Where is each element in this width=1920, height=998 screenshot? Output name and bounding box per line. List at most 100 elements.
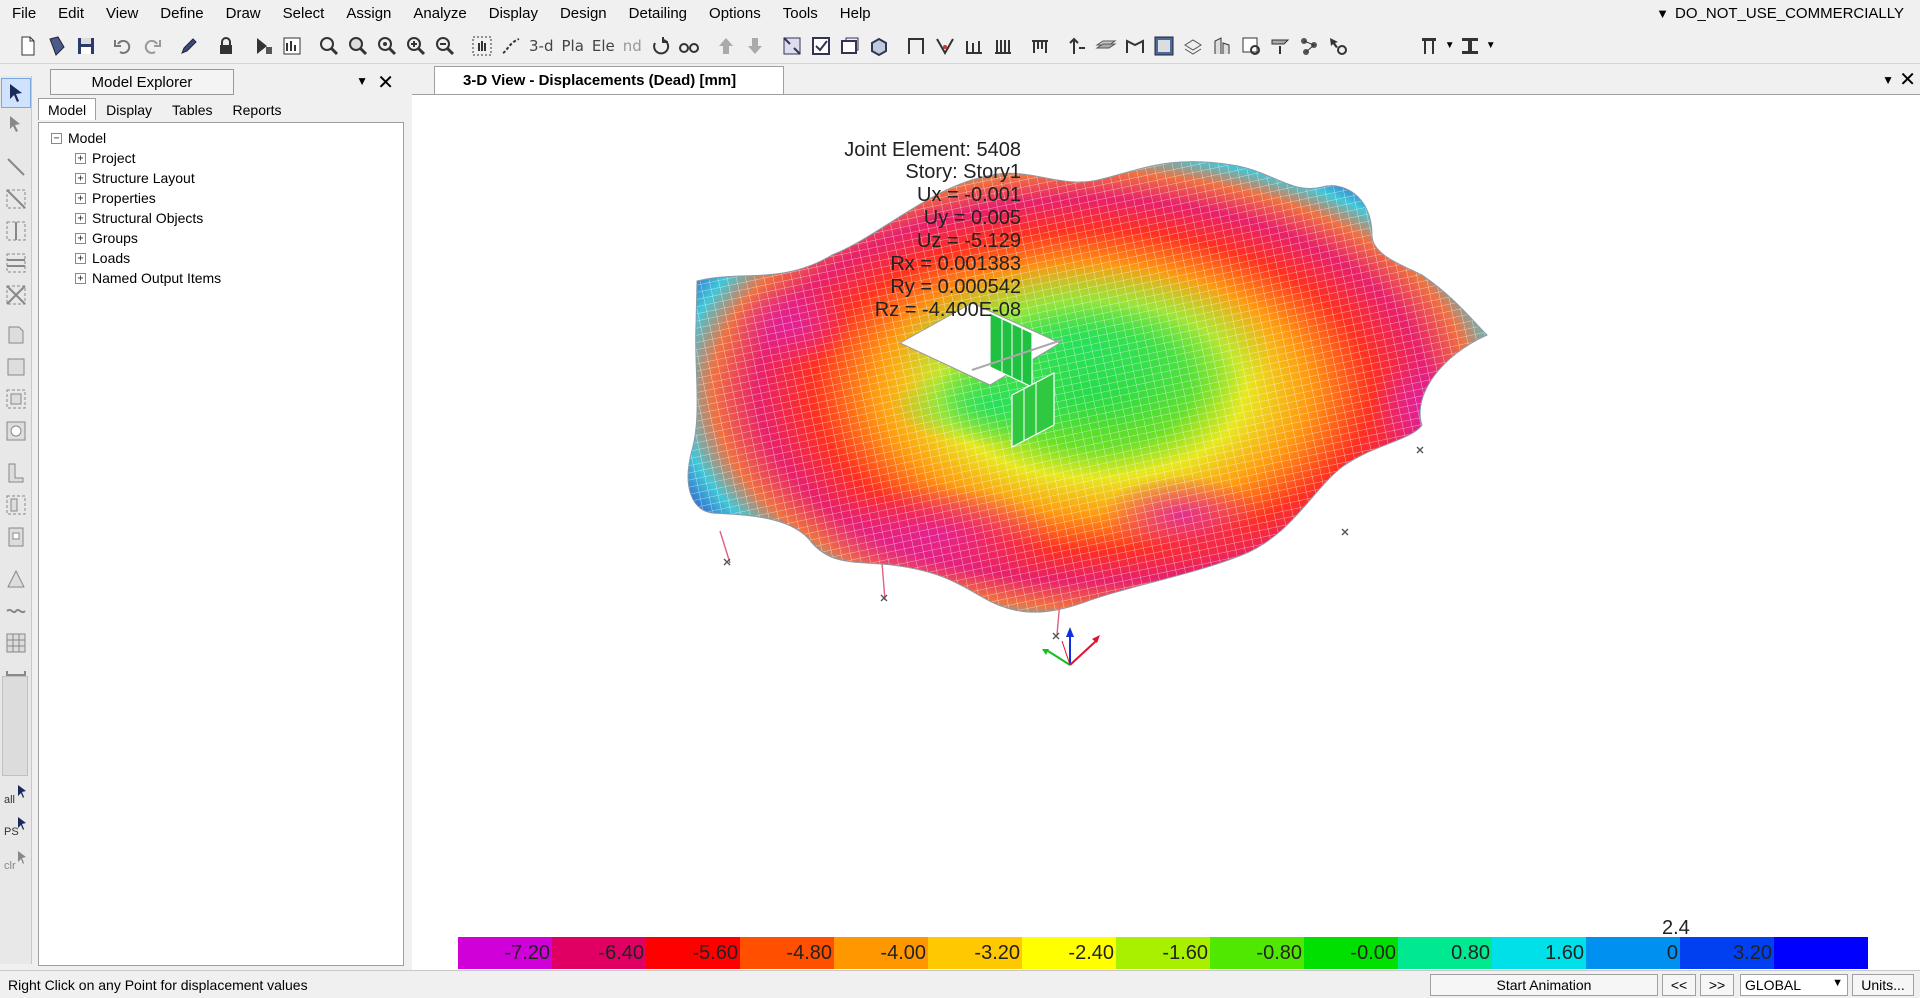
tab-model[interactable]: Model <box>38 98 97 120</box>
frame-button[interactable] <box>903 32 930 60</box>
menu-edit[interactable]: Edit <box>47 0 95 28</box>
design-frame-dropdown-icon[interactable]: ▼ <box>1445 40 1455 51</box>
license-dropdown[interactable]: ▼ DO_NOT_USE_COMMERCIALLY <box>1656 0 1904 28</box>
draw-beam-button[interactable] <box>1 248 31 278</box>
next-button[interactable]: >> <box>1700 974 1734 996</box>
menu-options[interactable]: Options <box>698 0 772 28</box>
menu-select[interactable]: Select <box>272 0 336 28</box>
zoom-out-button[interactable] <box>431 32 458 60</box>
show-tables-button[interactable] <box>1238 32 1265 60</box>
expand-icon[interactable]: + <box>75 272 86 284</box>
pan-button[interactable] <box>468 32 495 60</box>
tree-node-model[interactable]: − Model <box>39 128 403 148</box>
select-pointer-button[interactable] <box>1 78 31 108</box>
reaction-button[interactable] <box>1064 32 1091 60</box>
tab-display[interactable]: Display <box>96 98 162 120</box>
run-analysis-button[interactable] <box>249 32 276 60</box>
display-deformed-button[interactable] <box>866 32 893 60</box>
tree-node-structure-layout[interactable]: + Structure Layout <box>39 168 403 188</box>
draw-ramp-button[interactable] <box>1 564 31 594</box>
tab-reports[interactable]: Reports <box>223 98 292 120</box>
draw-rect-floor-button[interactable] <box>1 352 31 382</box>
draw-grid-button[interactable] <box>1 628 31 658</box>
tree-node-properties[interactable]: + Properties <box>39 188 403 208</box>
beam-button[interactable] <box>961 32 988 60</box>
save-button[interactable] <box>72 32 99 60</box>
menu-design[interactable]: Design <box>549 0 618 28</box>
zoom-in-button[interactable] <box>402 32 429 60</box>
open-button[interactable] <box>43 32 70 60</box>
network-button[interactable] <box>1296 32 1323 60</box>
rubber-band-button[interactable] <box>497 32 524 60</box>
tree-node-project[interactable]: + Project <box>39 148 403 168</box>
menu-view[interactable]: View <box>95 0 149 28</box>
menu-file[interactable]: File <box>0 0 47 28</box>
tree-node-structural-objects[interactable]: + Structural Objects <box>39 208 403 228</box>
lock-button[interactable] <box>212 32 239 60</box>
draw-frame-button[interactable] <box>1 184 31 214</box>
close-icon[interactable]: ✕ <box>377 70 394 95</box>
tree-node-named-output-items[interactable]: + Named Output Items <box>39 268 403 288</box>
expand-icon[interactable]: + <box>75 252 86 264</box>
menu-define[interactable]: Define <box>149 0 214 28</box>
draw-joint-button[interactable] <box>1 152 31 182</box>
draw-column-button[interactable] <box>1 216 31 246</box>
panel-menu-icon[interactable]: ▼ <box>356 74 368 88</box>
shell-button[interactable] <box>1180 32 1207 60</box>
pointer-zoom-button[interactable] <box>1325 32 1352 60</box>
draw-wall-button[interactable] <box>1 458 31 488</box>
menu-assign[interactable]: Assign <box>335 0 402 28</box>
rotate-button[interactable] <box>647 32 674 60</box>
display-undeformed-button[interactable] <box>837 32 864 60</box>
tab-tables[interactable]: Tables <box>162 98 222 120</box>
displacement-contour-scene[interactable] <box>412 95 1920 970</box>
contour-button[interactable] <box>1151 32 1178 60</box>
draw-tendon-button[interactable] <box>1 596 31 626</box>
design-steel-dropdown-icon[interactable]: ▼ <box>1486 40 1496 51</box>
object-shrink-button[interactable] <box>779 32 806 60</box>
section-cut-button[interactable] <box>1209 32 1236 60</box>
menu-tools[interactable]: Tools <box>772 0 829 28</box>
expand-icon[interactable]: + <box>75 212 86 224</box>
menu-help[interactable]: Help <box>829 0 882 28</box>
design-frame-button[interactable] <box>1416 32 1443 60</box>
zoom-window-button[interactable] <box>315 32 342 60</box>
view-menu-icon[interactable]: ▼ <box>1882 73 1894 87</box>
expand-icon[interactable]: + <box>75 192 86 204</box>
reshape-button[interactable] <box>1 110 31 140</box>
new-model-button[interactable] <box>14 32 41 60</box>
menu-draw[interactable]: Draw <box>215 0 272 28</box>
menu-analyze[interactable]: Analyze <box>402 0 477 28</box>
expand-icon[interactable]: + <box>75 152 86 164</box>
draw-brace-button[interactable] <box>1 280 31 310</box>
wall-button[interactable] <box>1122 32 1149 60</box>
move-down-button[interactable] <box>742 32 769 60</box>
slab-button[interactable] <box>1093 32 1120 60</box>
design-steel-button[interactable] <box>1457 32 1484 60</box>
zoom-restore-button[interactable] <box>344 32 371 60</box>
expand-icon[interactable]: + <box>75 232 86 244</box>
redo-button[interactable] <box>138 32 165 60</box>
nd-view-button[interactable]: nd <box>620 37 645 55</box>
set-display-options-button[interactable] <box>808 32 835 60</box>
tree-node-groups[interactable]: + Groups <box>39 228 403 248</box>
model-viewport[interactable]: Joint Element: 5408 Story: Story1 Ux = -… <box>412 94 1920 970</box>
clear-selection-button[interactable]: clr <box>4 860 16 872</box>
design-strip-button[interactable] <box>1267 32 1294 60</box>
perspective-button[interactable] <box>676 32 703 60</box>
menu-display[interactable]: Display <box>478 0 549 28</box>
menu-detailing[interactable]: Detailing <box>618 0 698 28</box>
close-view-icon[interactable]: ✕ <box>1899 67 1916 92</box>
left-toolbar-scroll[interactable] <box>2 676 28 776</box>
previous-button[interactable]: << <box>1662 974 1696 996</box>
draw-opening-button[interactable] <box>1 416 31 446</box>
analysis-options-button[interactable] <box>278 32 305 60</box>
draw-click-floor-button[interactable] <box>1 384 31 414</box>
units-button[interactable]: Units... <box>1852 974 1914 996</box>
plan-view-button[interactable]: Pla <box>558 37 586 55</box>
view-3d-button[interactable]: 3-d <box>526 37 556 55</box>
coordinate-system-select[interactable]: GLOBAL ▼ <box>1740 974 1848 996</box>
move-up-button[interactable] <box>713 32 740 60</box>
tree-node-loads[interactable]: + Loads <box>39 248 403 268</box>
draw-wall-stack-button[interactable] <box>1 490 31 520</box>
